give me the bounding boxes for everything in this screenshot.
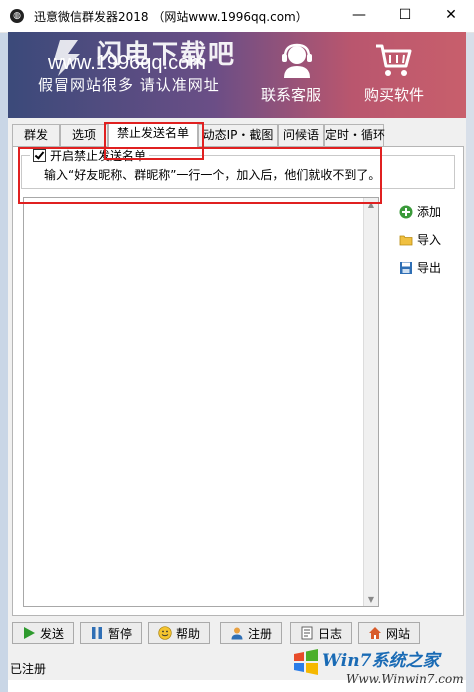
tab-schedule-loop[interactable]: 定时・循环	[324, 124, 385, 146]
vertical-scrollbar[interactable]: ▲ ▼	[363, 198, 378, 606]
tab-bar: 群发 选项 禁止发送名单 动态IP・截图 问候语 定时・循环	[8, 122, 466, 160]
user-icon	[231, 627, 243, 640]
help-button-label: 帮助	[175, 626, 200, 641]
contact-service-link[interactable]: 联系客服	[261, 84, 321, 105]
send-button-label: 发送	[39, 626, 64, 641]
help-button[interactable]: 帮助	[148, 622, 210, 644]
add-icon	[399, 205, 413, 218]
app-icon: ◍	[10, 9, 24, 23]
website-button-label: 网站	[385, 626, 410, 641]
import-button[interactable]: 导入	[399, 231, 441, 248]
tab-options[interactable]: 选项	[60, 124, 108, 146]
main-window: 群发 选项 禁止发送名单 动态IP・截图 问候语 定时・循环 开启禁止发送名单 …	[8, 118, 466, 680]
desktop-background-right	[466, 32, 474, 692]
minimize-button[interactable]: —	[336, 0, 382, 32]
send-button[interactable]: 发送	[12, 622, 74, 644]
banner-slogan: 假冒网站很多 请认准网址	[38, 76, 220, 94]
buy-software-link[interactable]: 购买软件	[364, 84, 424, 105]
block-list-textarea[interactable]: ▲ ▼	[23, 197, 379, 607]
tab-dynamic-ip-screenshot[interactable]: 动态IP・截图	[198, 124, 278, 146]
tab-greetings[interactable]: 问候语	[278, 124, 324, 146]
tab-highlight-box	[104, 122, 204, 160]
watermark-title: Win7系统之家	[322, 651, 440, 671]
pause-button[interactable]: 暂停	[80, 622, 142, 644]
promo-banner: 闪电下载吧 www.1996qq.com 假冒网站很多 请认准网址 联系客服 购…	[8, 32, 466, 118]
maximize-button[interactable]: ☐	[382, 0, 428, 32]
bottom-toolbar: 发送 暂停 帮助 注册 日志 网站	[8, 618, 466, 648]
watermark-url: Www.Winwin7.com	[346, 672, 464, 686]
pause-button-label: 暂停	[107, 626, 132, 641]
export-button[interactable]: 导出	[399, 259, 441, 276]
site-url: www.1996qq.com	[48, 52, 206, 74]
customer-service-icon[interactable]	[280, 42, 314, 78]
desktop-background-left	[0, 32, 8, 692]
export-button-label: 导出	[417, 261, 442, 275]
tab-mass-send[interactable]: 群发	[12, 124, 60, 146]
watermark: Win7系统之家 Www.Winwin7.com	[292, 646, 470, 692]
close-button[interactable]: ✕	[428, 0, 474, 32]
windows-logo-icon	[294, 649, 318, 675]
block-list-panel: 开启禁止发送名单 输入“好友昵称、群昵称”一行一个，加入后，他们就收不到了。 ▲…	[12, 146, 464, 616]
save-disk-icon	[400, 261, 412, 274]
log-document-icon	[301, 626, 313, 640]
import-button-label: 导入	[417, 233, 442, 247]
add-button[interactable]: 添加	[399, 203, 441, 220]
folder-icon	[399, 235, 413, 245]
pause-icon	[91, 627, 102, 639]
title-bar: ◍ 迅意微信群发器2018 （网站www.1996qq.com） — ☐ ✕	[0, 0, 474, 33]
log-button-label: 日志	[317, 626, 342, 641]
play-icon	[23, 627, 35, 639]
scroll-down-arrow-icon[interactable]: ▼	[366, 595, 376, 604]
website-button[interactable]: 网站	[358, 622, 420, 644]
help-face-icon	[158, 626, 172, 640]
window-title: 迅意微信群发器2018 （网站www.1996qq.com）	[34, 10, 308, 24]
log-button[interactable]: 日志	[290, 622, 352, 644]
shopping-cart-icon[interactable]	[374, 42, 412, 78]
add-button-label: 添加	[417, 205, 442, 219]
home-icon	[368, 627, 381, 639]
register-button[interactable]: 注册	[220, 622, 282, 644]
register-button-label: 注册	[247, 626, 272, 641]
